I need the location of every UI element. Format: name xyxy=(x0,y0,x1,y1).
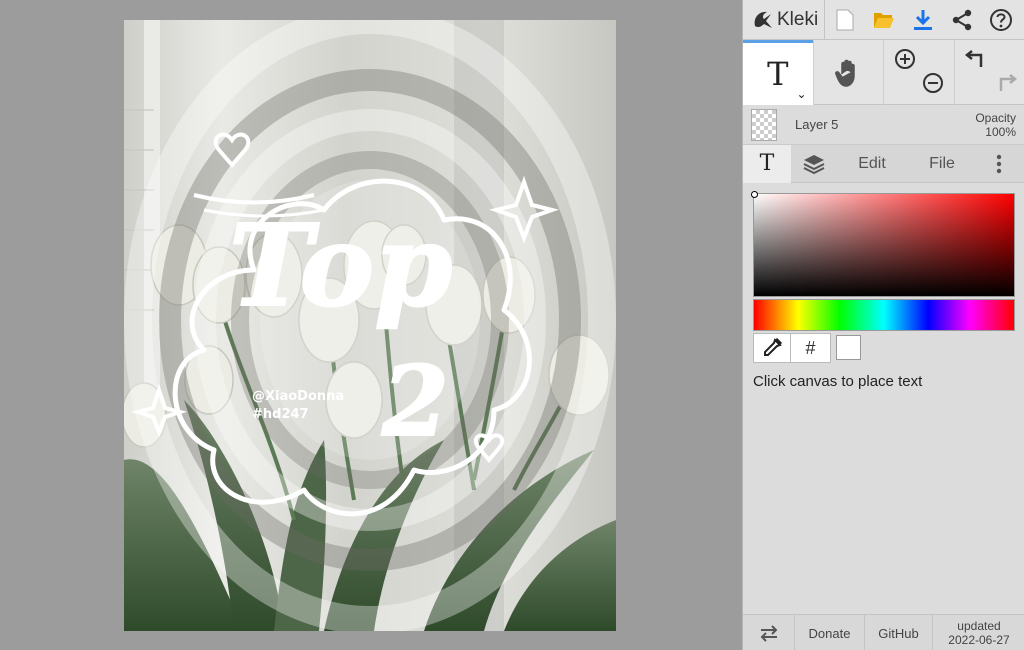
hex-input-button[interactable]: # xyxy=(791,333,831,363)
eyedropper-icon xyxy=(764,338,782,356)
new-file-button[interactable] xyxy=(825,0,864,40)
side-panel: Kleki T ⌄ Layer 5 Opacity 100% T Edit Fi… xyxy=(742,0,1024,650)
artwork-tag-text: #hd247 xyxy=(252,407,309,422)
redo-icon[interactable] xyxy=(993,72,1017,94)
current-color-swatch[interactable] xyxy=(836,335,861,360)
panel-tabs: T Edit File xyxy=(743,144,1024,183)
hand-tool-button[interactable] xyxy=(812,40,884,105)
artwork-title-text: Top xyxy=(229,201,453,332)
color-tools: # xyxy=(753,333,861,363)
help-icon xyxy=(989,8,1012,31)
layer-opacity[interactable]: Opacity 100% xyxy=(975,111,1016,139)
top-bar: Kleki xyxy=(743,0,1024,40)
layers-icon xyxy=(803,154,825,174)
app-logo[interactable]: Kleki xyxy=(743,0,826,40)
changelog-link[interactable]: updated 2022-06-27 xyxy=(933,615,1024,650)
picker-handle[interactable] xyxy=(751,191,758,198)
swap-icon xyxy=(760,625,777,642)
help-button[interactable] xyxy=(981,0,1020,40)
layer-thumbnail[interactable] xyxy=(751,108,777,141)
hue-slider[interactable] xyxy=(753,299,1015,331)
tab-layers[interactable] xyxy=(791,145,837,183)
github-link[interactable]: GitHub xyxy=(865,615,933,650)
chevron-down-icon[interactable]: ⌄ xyxy=(796,87,806,101)
more-menu-button[interactable] xyxy=(977,145,1021,183)
new-file-icon xyxy=(836,9,854,30)
updated-date: 2022-06-27 xyxy=(948,633,1010,647)
drawing-canvas[interactable]: Top 2 @XiaoDonna #hd247 xyxy=(124,20,616,631)
share-icon xyxy=(952,9,971,30)
undo-icon[interactable] xyxy=(964,48,989,70)
artwork-number-text: 2 xyxy=(381,345,449,458)
saturation-value-picker[interactable] xyxy=(751,191,1015,297)
donate-link[interactable]: Donate xyxy=(795,615,865,650)
swap-side-button[interactable] xyxy=(743,615,795,650)
text-tool-hint: Click canvas to place text xyxy=(753,373,923,390)
kleki-logo-icon xyxy=(754,11,772,28)
zoom-out-icon[interactable] xyxy=(922,72,944,94)
app-name: Kleki xyxy=(777,8,819,30)
tab-edit[interactable]: Edit xyxy=(837,145,907,183)
panel-footer: Donate GitHub updated 2022-06-27 xyxy=(743,614,1024,650)
text-tool-icon: T xyxy=(767,55,789,93)
text-tab-icon: T xyxy=(759,151,775,176)
layer-name: Layer 5 xyxy=(795,117,839,132)
artwork-handle-text: @XiaoDonna xyxy=(252,389,344,404)
history-controls xyxy=(953,40,1024,105)
layer-row[interactable]: Layer 5 Opacity 100% xyxy=(743,105,1024,145)
hand-icon xyxy=(835,59,855,87)
share-button[interactable] xyxy=(942,0,981,40)
open-folder-icon xyxy=(873,12,894,28)
text-tool-button[interactable]: T ⌄ xyxy=(743,40,813,105)
eyedropper-button[interactable] xyxy=(753,333,791,363)
zoom-in-icon[interactable] xyxy=(894,48,916,70)
opacity-value: 100% xyxy=(985,124,1016,139)
tool-row: T ⌄ xyxy=(743,40,1024,105)
tab-file[interactable]: File xyxy=(907,145,977,183)
artwork-image: Top 2 @XiaoDonna #hd247 xyxy=(124,20,616,631)
zoom-controls xyxy=(883,40,954,105)
updated-label: updated xyxy=(957,619,1001,633)
canvas-workspace[interactable]: Top 2 @XiaoDonna #hd247 xyxy=(0,0,742,650)
download-button[interactable] xyxy=(903,0,942,40)
opacity-label: Opacity xyxy=(975,110,1016,125)
tab-text[interactable]: T xyxy=(743,144,791,183)
open-button[interactable] xyxy=(864,0,903,40)
download-icon xyxy=(913,9,932,30)
more-vertical-icon xyxy=(996,154,1002,173)
